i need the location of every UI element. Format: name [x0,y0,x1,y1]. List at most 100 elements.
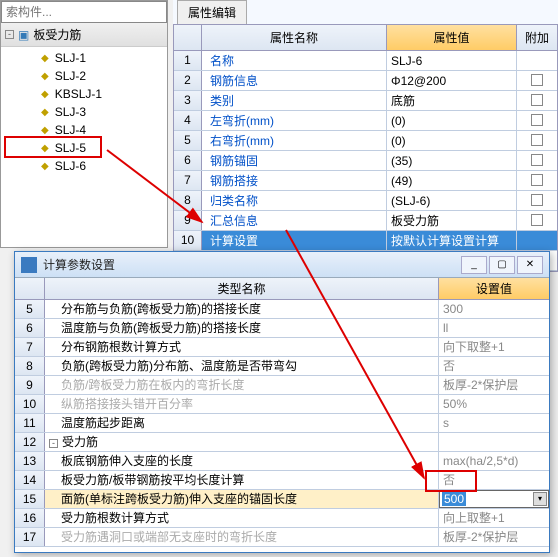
minimize-button[interactable]: _ [461,256,487,274]
param-value[interactable]: 向下取整+1 [439,338,549,356]
row-number: 5 [15,300,45,318]
tree-item-label: SLJ-6 [55,159,86,173]
property-row[interactable]: 2钢筋信息Φ12@200 [174,71,557,91]
checkbox[interactable] [531,94,543,106]
checkbox[interactable] [531,114,543,126]
prop-value[interactable]: Φ12@200 [387,71,517,90]
tree-item[interactable]: ◆SLJ-5 [1,139,167,157]
dialog-row[interactable]: 10纵筋搭接接头错开百分率50% [15,395,549,414]
property-row[interactable]: 5右弯折(mm)(0) [174,131,557,151]
prop-attach [517,51,557,70]
dialog-row[interactable]: 17受力筋遇洞口或端部无支座时的弯折长度板厚-2*保护层 [15,528,549,547]
property-row[interactable]: 7钢筋搭接(49) [174,171,557,191]
dialog-row[interactable]: 9负筋/跨板受力筋在板内的弯折长度板厚-2*保护层 [15,376,549,395]
search-input[interactable] [1,1,167,23]
dialog-row[interactable]: 11温度筋起步距离s [15,414,549,433]
param-value[interactable]: 板厚-2*保护层 [439,376,549,394]
prop-value[interactable]: 底筋 [387,91,517,110]
prop-attach [517,171,557,190]
property-row[interactable]: 8归类名称(SLJ-6) [174,191,557,211]
tree-item[interactable]: ◆SLJ-1 [1,49,167,67]
row-number: 1 [174,51,202,70]
bullet-icon: ◆ [41,107,49,118]
dialog-grid: 类型名称 设置值 5分布筋与负筋(跨板受力筋)的搭接长度3006温度筋与负筋(跨… [15,278,549,547]
property-tab[interactable]: 属性编辑 [177,0,247,24]
prop-value[interactable]: (0) [387,111,517,130]
checkbox[interactable] [531,174,543,186]
dialog-titlebar[interactable]: 计算参数设置 _ ▢ ✕ [15,252,549,278]
checkbox[interactable] [531,134,543,146]
property-editor: 属性编辑 属性名称 属性值 附加 1名称SLJ-62钢筋信息Φ12@2003类别… [173,0,558,272]
param-value[interactable]: 50% [439,395,549,413]
param-value[interactable]: s [439,414,549,432]
tree-item-label: SLJ-2 [55,69,86,83]
row-number: 10 [15,395,45,413]
property-row[interactable]: 1名称SLJ-6 [174,51,557,71]
dialog-row[interactable]: 7分布钢筋根数计算方式向下取整+1 [15,338,549,357]
property-row[interactable]: 3类别底筋 [174,91,557,111]
checkbox[interactable] [531,194,543,206]
prop-value[interactable]: (49) [387,171,517,190]
row-number: 16 [15,509,45,527]
component-tree-panel: - ▣ 板受力筋 ◆SLJ-1◆SLJ-2◆KBSLJ-1◆SLJ-3◆SLJ-… [0,0,168,248]
dialog-row[interactable]: 6温度筋与负筋(跨板受力筋)的搭接长度ll [15,319,549,338]
tree-item[interactable]: ◆SLJ-6 [1,157,167,175]
prop-key: 计算设置 [202,231,387,250]
param-value[interactable]: 300 [439,300,549,318]
row-number: 2 [174,71,202,90]
prop-value[interactable]: SLJ-6 [387,51,517,70]
prop-value[interactable]: (35) [387,151,517,170]
prop-value[interactable]: 按默认计算设置计算 [387,231,517,250]
param-value[interactable]: 向上取整+1 [439,509,549,527]
row-number: 9 [15,376,45,394]
dialog-row[interactable]: 15面筋(单标注跨板受力筋)伸入支座的锚固长度500▾ [15,490,549,509]
param-value[interactable]: 否 [439,357,549,375]
dialog-row[interactable]: 12-受力筋 [15,433,549,452]
property-row[interactable]: 6钢筋锚固(35) [174,151,557,171]
param-value[interactable]: 500▾ [439,490,549,508]
param-value[interactable]: 板厚-2*保护层 [439,528,549,546]
prop-key: 钢筋锚固 [202,151,387,170]
dialog-row[interactable]: 14板受力筋/板带钢筋按平均长度计算否 [15,471,549,490]
param-value[interactable] [439,433,549,451]
prop-value[interactable]: (0) [387,131,517,150]
maximize-button[interactable]: ▢ [489,256,515,274]
dialog-row[interactable]: 13板底钢筋伸入支座的长度max(ha/2,5*d) [15,452,549,471]
tree-item[interactable]: ◆SLJ-4 [1,121,167,139]
param-name: 负筋/跨板受力筋在板内的弯折长度 [45,376,439,394]
dialog-row[interactable]: 8负筋(跨板受力筋)分布筋、温度筋是否带弯勾否 [15,357,549,376]
prop-key: 汇总信息 [202,211,387,230]
prop-value[interactable]: 板受力筋 [387,211,517,230]
collapse-icon[interactable]: - [49,439,58,448]
checkbox[interactable] [531,74,543,86]
prop-attach [517,191,557,210]
property-row[interactable]: 10计算设置按默认计算设置计算 [174,231,557,251]
dialog-row[interactable]: 16受力筋根数计算方式向上取整+1 [15,509,549,528]
checkbox[interactable] [531,214,543,226]
dialog-row[interactable]: 5分布筋与负筋(跨板受力筋)的搭接长度300 [15,300,549,319]
property-row[interactable]: 4左弯折(mm)(0) [174,111,557,131]
tree-item[interactable]: ◆ SLJ-2 [1,67,167,85]
property-grid: 属性名称 属性值 附加 1名称SLJ-62钢筋信息Φ12@2003类别底筋4左弯… [173,24,558,272]
prop-value[interactable]: (SLJ-6) [387,191,517,210]
param-name: 分布筋与负筋(跨板受力筋)的搭接长度 [45,300,439,318]
tree-item-label: SLJ-4 [55,123,86,137]
param-value[interactable]: 否 [439,471,549,489]
collapse-icon[interactable]: - [5,30,14,39]
param-name: 板底钢筋伸入支座的长度 [45,452,439,470]
row-number: 10 [174,231,202,250]
dropdown-icon[interactable]: ▾ [533,492,547,506]
calc-param-dialog: 计算参数设置 _ ▢ ✕ 类型名称 设置值 5分布筋与负筋(跨板受力筋)的搭接长… [14,251,550,553]
property-row[interactable]: 9汇总信息板受力筋 [174,211,557,231]
tree-item[interactable]: ◆KBSLJ-1 [1,85,167,103]
bullet-icon: ◆ [41,89,49,100]
tree-root[interactable]: - ▣ 板受力筋 [1,23,167,47]
prop-attach [517,111,557,130]
bullet-icon: ◆ [41,71,49,82]
close-button[interactable]: ✕ [517,256,543,274]
prop-attach [517,131,557,150]
param-value[interactable]: max(ha/2,5*d) [439,452,549,470]
checkbox[interactable] [531,154,543,166]
param-value[interactable]: ll [439,319,549,337]
tree-item[interactable]: ◆SLJ-3 [1,103,167,121]
